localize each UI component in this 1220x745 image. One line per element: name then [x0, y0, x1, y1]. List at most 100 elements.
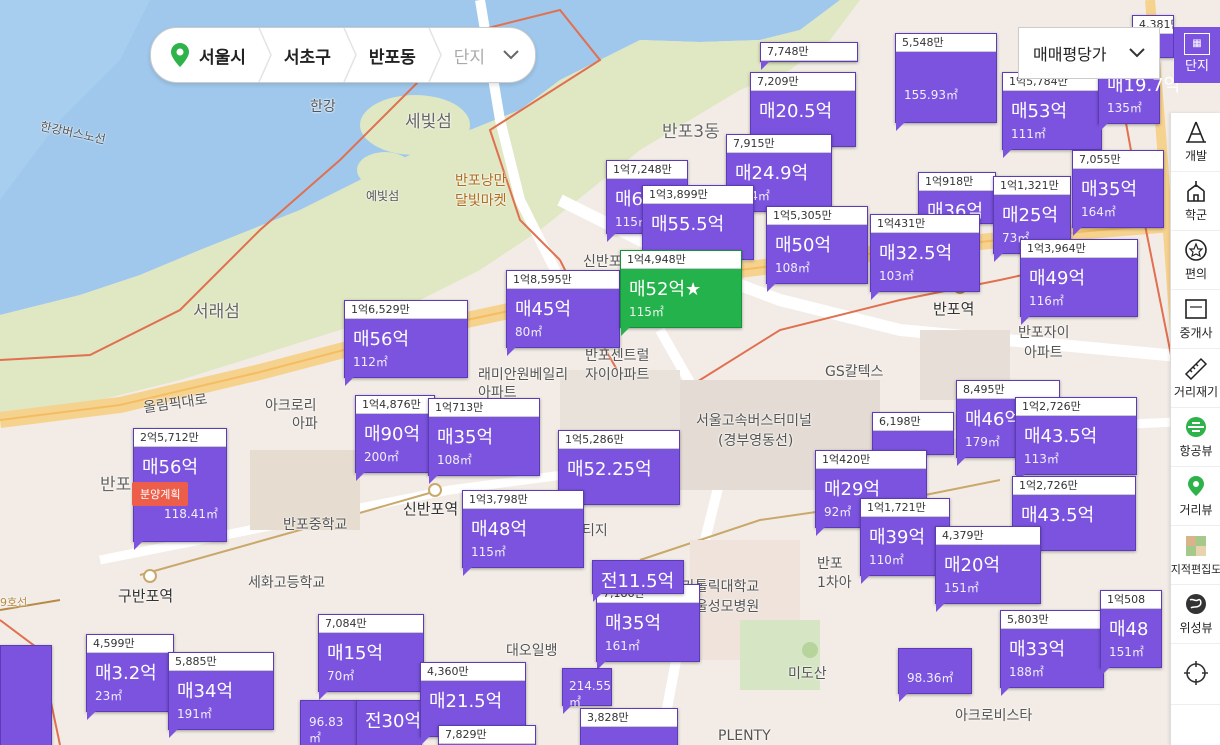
marker-price: 매56억 — [142, 457, 199, 478]
place-label: 반포 — [817, 556, 843, 572]
marker-area: 188㎡ — [1009, 665, 1044, 679]
marker-price: 매34억 — [177, 681, 234, 702]
tool-satellite-view[interactable]: 위성뷰 — [1171, 585, 1220, 644]
listing-marker[interactable]: 1억3,899만 매55.5억 — [642, 185, 754, 268]
marker-price-per-pyeong: 1억4,876만 — [356, 396, 434, 414]
listing-marker[interactable]: 4,599만 매3.2억 23㎡ — [86, 634, 174, 720]
marker-price-per-pyeong: 1억6,529만 — [345, 301, 467, 319]
place-label: 서래섬 — [193, 302, 240, 322]
tool-label: 거리뷰 — [1179, 503, 1213, 517]
listing-marker[interactable]: 1억2,726만 매43.5억 113㎡ — [1015, 397, 1137, 483]
school-icon — [1187, 181, 1205, 202]
tool-agents[interactable]: 중개사 — [1171, 290, 1220, 349]
tool-label: 항공뷰 — [1179, 444, 1213, 458]
marker-price-per-pyeong: 1억8,595만 — [507, 271, 619, 289]
place-label: 1차아 — [817, 575, 852, 591]
crane-icon — [1186, 121, 1206, 143]
place-label: 신반포 — [583, 254, 622, 270]
map-canvas[interactable]: 한강 세빛섬 예빛섬 한강버스노선 반포낭만 달빛마켓 반포3동 서래섬 올림픽… — [0, 0, 1220, 745]
listing-marker[interactable]: 전11.5억 — [592, 560, 684, 602]
marker-area: 151㎡ — [1109, 645, 1144, 659]
marker-price: 매52억★ — [629, 279, 702, 300]
place-label: 래미안원베일리 — [478, 367, 569, 383]
marker-price-per-pyeong: 5,548만 — [896, 34, 996, 52]
location-breadcrumb: 서울시 서초구 반포동 단지 — [150, 27, 536, 83]
marker-price-per-pyeong: 7,829만 — [439, 726, 535, 744]
tool-school-district[interactable]: 학군 — [1171, 172, 1220, 231]
marker-area: 115㎡ — [471, 545, 506, 559]
separator-chevron-icon — [428, 28, 442, 82]
listing-marker[interactable]: 1억5,784만 매53억 111㎡ — [1002, 72, 1102, 158]
price-type-select[interactable]: 매매평당가 — [1018, 27, 1160, 79]
listing-marker[interactable]: 1억4,876만 매90억 200㎡ — [355, 395, 435, 481]
place-label: 예빛섬 — [366, 189, 400, 203]
current-location-button[interactable] — [1171, 644, 1220, 705]
listing-marker[interactable]: 5,803만 매33억 188㎡ — [1000, 610, 1104, 696]
place-label: 아파트 — [1024, 345, 1063, 361]
listing-marker[interactable]: 전30억 — [356, 700, 422, 745]
marker-area: 70㎡ — [327, 669, 355, 683]
marker-price-per-pyeong: 7,055만 — [1073, 151, 1163, 169]
marker-price-per-pyeong: 1억508 — [1101, 591, 1161, 609]
listing-marker[interactable]: 7,829만 — [438, 725, 536, 745]
marker-price-per-pyeong: 1억5,286만 — [559, 431, 679, 449]
chevron-down-icon — [1129, 48, 1145, 58]
tool-amenities[interactable]: 편의 — [1171, 231, 1220, 290]
marker-price: 매32.5억 — [879, 243, 953, 264]
listing-marker[interactable]: 5,548만 155.93㎡ — [895, 33, 997, 131]
street-pin-icon — [1188, 476, 1204, 496]
marker-price: 매21.5억 — [429, 691, 503, 712]
listing-marker[interactable]: 7,748만 — [760, 42, 858, 70]
listing-marker[interactable]: 1억508 매48 151㎡ — [1100, 590, 1162, 676]
listing-marker[interactable]: 1억3,964만 매49억 116㎡ — [1020, 239, 1138, 325]
listing-marker[interactable]: 1억6,529만 매56억 112㎡ — [344, 300, 468, 386]
marker-price-per-pyeong: 1억1,321만 — [994, 177, 1070, 195]
tool-cadastral-map[interactable]: 지적편집도 — [1171, 526, 1220, 585]
listing-marker[interactable]: 214.55㎡ — [562, 668, 612, 714]
tool-aerial-view[interactable]: 항공뷰 — [1171, 408, 1220, 467]
marker-area: 155.93㎡ — [904, 88, 958, 102]
listing-marker[interactable]: 1억8,595만 매45억 80㎡ — [506, 270, 620, 356]
marker-price: 매90억 — [364, 424, 421, 445]
listing-marker[interactable]: 1억5,305만 매50억 108㎡ — [766, 206, 868, 292]
listing-marker[interactable]: 7,055만 매35억 164㎡ — [1072, 150, 1164, 236]
city-selector[interactable]: 서울시 — [189, 43, 256, 68]
place-label: 반포역 — [933, 300, 975, 318]
listing-marker[interactable]: 4,379만 매20억 151㎡ — [935, 526, 1041, 612]
selected-listing-marker[interactable]: 1억4,948만 매52억★ 115㎡ — [620, 250, 742, 336]
listing-marker[interactable]: 3,828만 — [580, 708, 678, 745]
listing-marker[interactable]: 1억3,798만 매48억 115㎡ — [462, 490, 584, 576]
complex-icon: ▦ — [1184, 33, 1210, 55]
listing-marker[interactable]: 1억431만 매32.5억 103㎡ — [870, 214, 980, 300]
listing-marker[interactable]: 1억713만 매35억 108㎡ — [428, 398, 540, 484]
marker-price-per-pyeong: 5,803만 — [1001, 611, 1103, 629]
dong-selector[interactable]: 반포동 — [359, 43, 426, 68]
tool-label: 편의 — [1184, 267, 1208, 281]
listing-marker[interactable]: 7,186만 매35억 161㎡ — [596, 584, 700, 670]
marker-price-per-pyeong: 4,379만 — [936, 527, 1040, 545]
tool-street-view[interactable]: 거리뷰 — [1171, 467, 1220, 526]
marker-price-per-pyeong: 1억7,248만 — [607, 161, 687, 179]
place-label: 반포3동 — [662, 122, 720, 142]
complex-selector[interactable]: 단지 — [444, 43, 495, 68]
listing-marker[interactable]: 5,885만 매34억 191㎡ — [168, 652, 274, 738]
listing-marker[interactable]: 98.36㎡ — [898, 648, 972, 702]
place-label: 반포낭만 — [455, 173, 507, 189]
marker-price: 매25억 — [1002, 205, 1059, 226]
marker-price: 매55.5억 — [651, 214, 725, 235]
listing-marker[interactable]: 96.83㎡ — [300, 700, 358, 745]
listing-marker[interactable] — [0, 645, 52, 745]
listing-marker[interactable]: 6,198만 — [872, 412, 954, 463]
ruler-icon — [1184, 357, 1208, 380]
marker-price: 매35억 — [437, 427, 494, 448]
tool-measure-distance[interactable]: 거리재기 — [1171, 349, 1220, 408]
marker-price-per-pyeong: 7,209만 — [751, 73, 855, 91]
listing-marker[interactable]: 7,084만 매15억 70㎡ — [318, 614, 424, 700]
globe-icon — [1186, 594, 1206, 614]
cadastral-icon — [1186, 535, 1206, 556]
district-selector[interactable]: 서초구 — [274, 43, 341, 68]
tool-development[interactable]: 개발 — [1171, 113, 1220, 172]
complex-toggle-button[interactable]: ▦ 단지 — [1174, 27, 1220, 83]
chevron-down-icon[interactable] — [503, 50, 519, 60]
place-label: 반포중학교 — [283, 517, 348, 533]
